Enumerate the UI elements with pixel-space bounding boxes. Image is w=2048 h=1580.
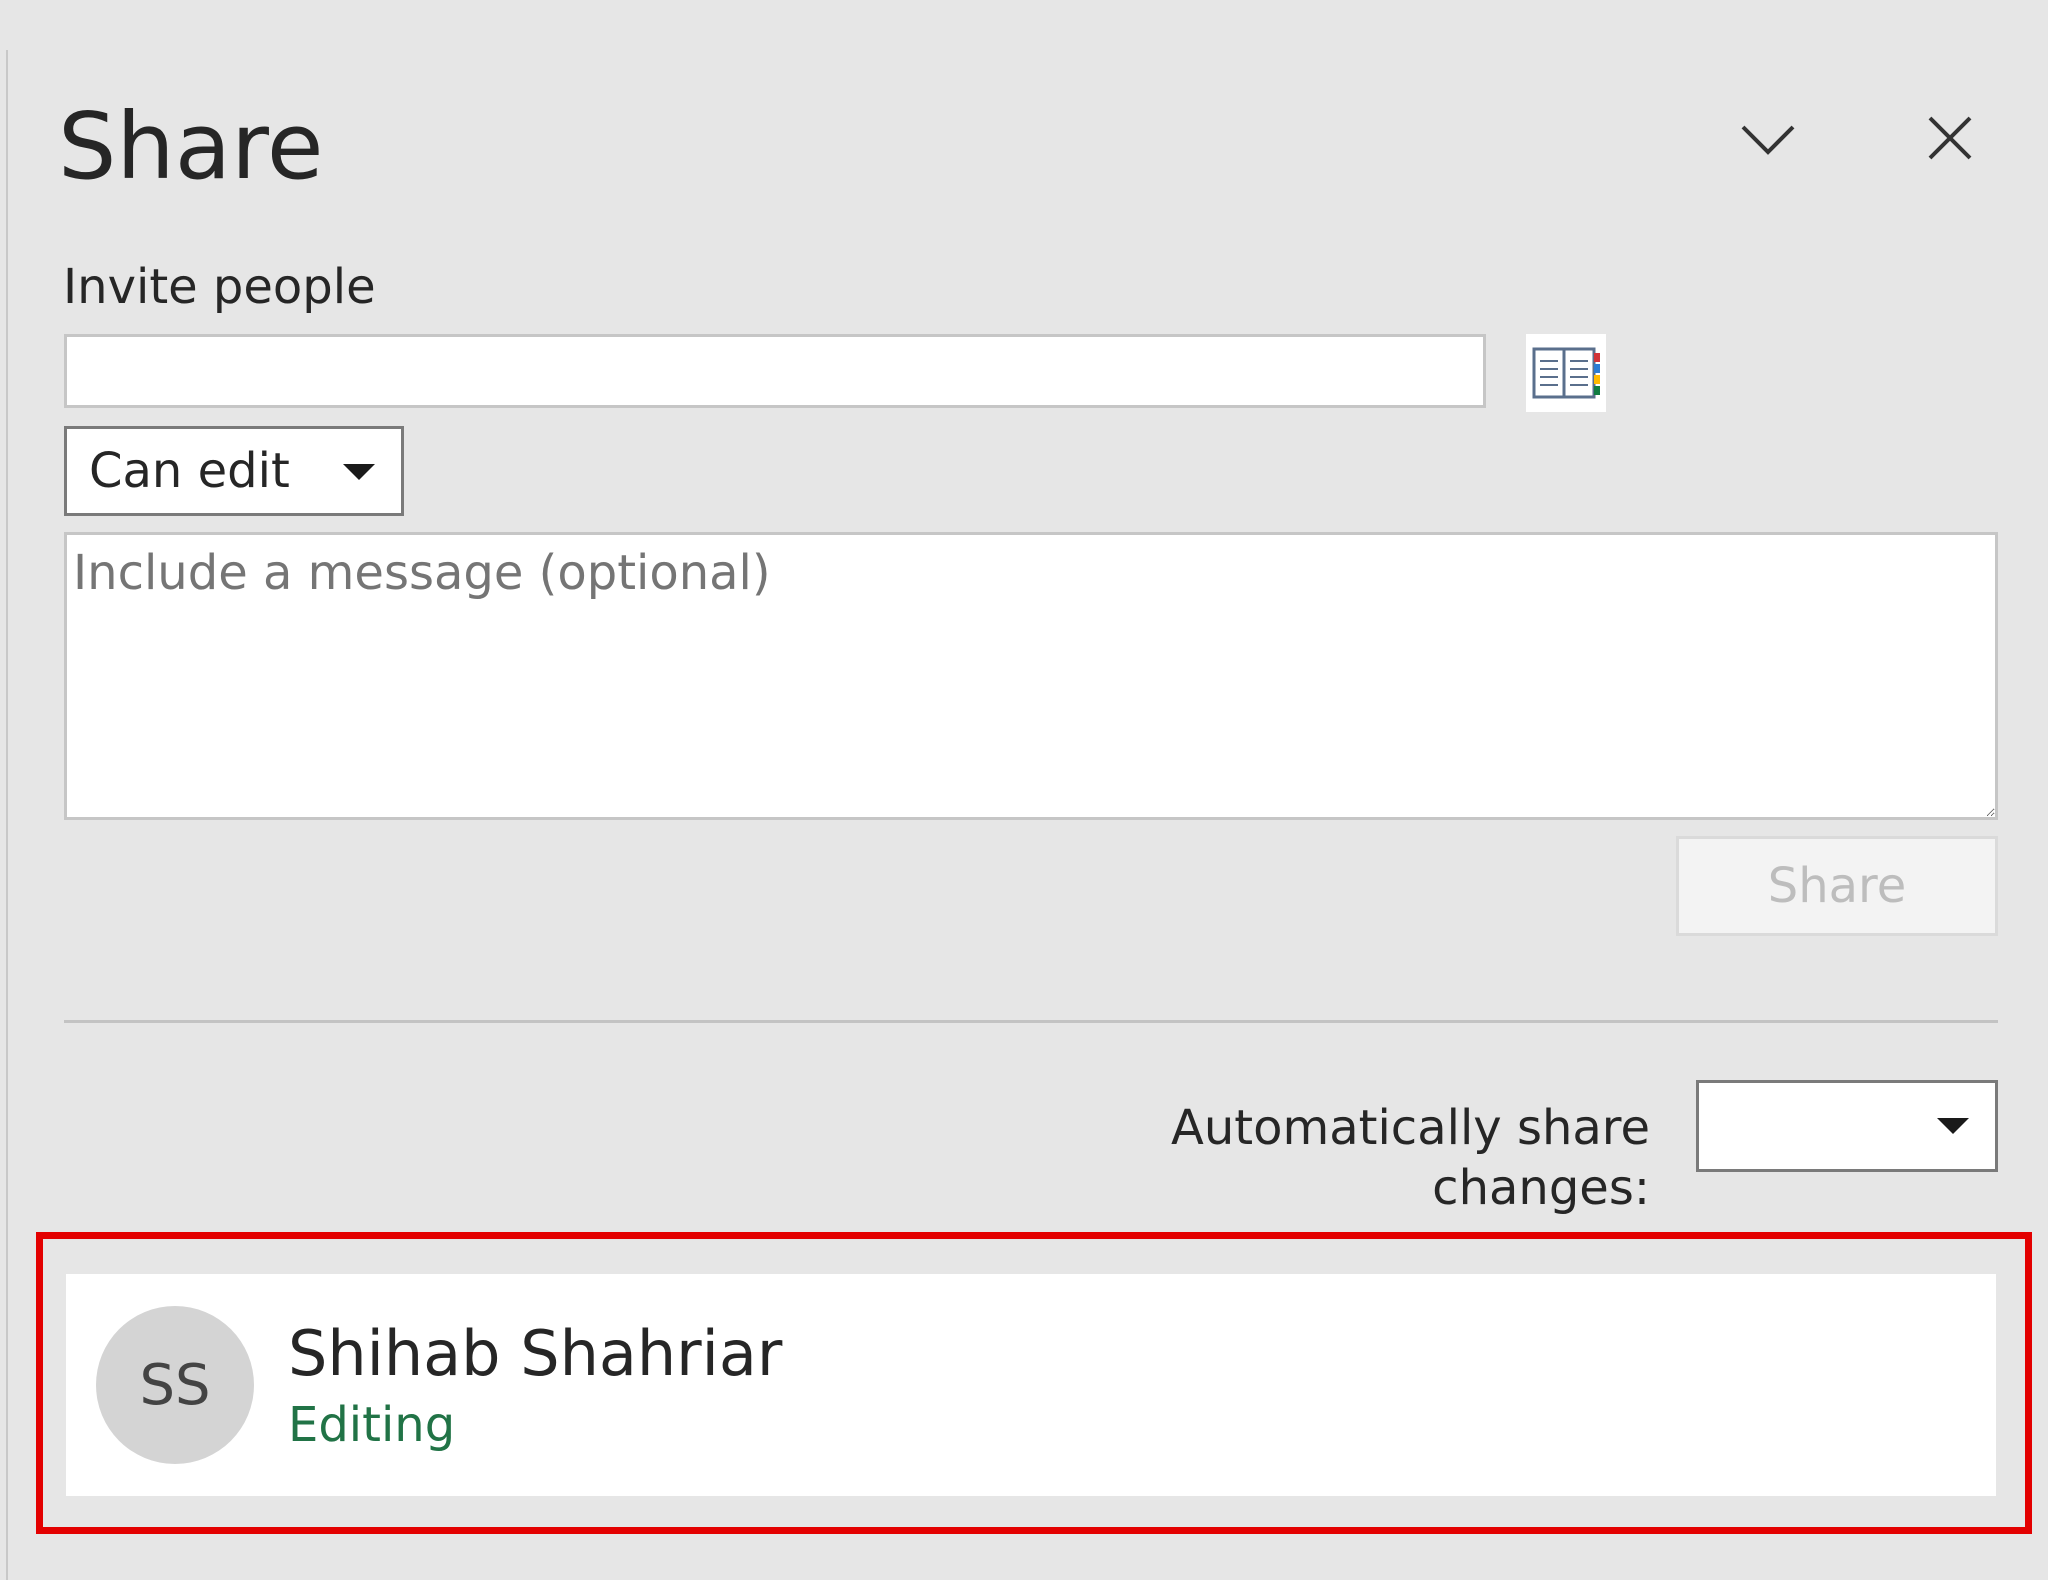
share-button[interactable]: Share xyxy=(1676,836,1998,936)
close-pane-button[interactable] xyxy=(1910,98,1990,178)
message-textarea[interactable] xyxy=(64,532,1998,820)
collapse-pane-button[interactable] xyxy=(1728,100,1808,180)
share-pane: Share Invite people Can edit Include a m… xyxy=(0,0,2048,1580)
chevron-down-icon xyxy=(1741,125,1795,155)
auto-share-label: Automatically share changes: xyxy=(1171,1100,1650,1216)
caret-down-icon xyxy=(343,464,375,480)
address-book-button[interactable] xyxy=(1526,334,1606,412)
invite-people-label: Invite people xyxy=(63,259,376,315)
permission-dropdown[interactable]: Can edit xyxy=(64,426,404,516)
avatar: SS xyxy=(96,1306,254,1464)
auto-share-dropdown[interactable] xyxy=(1696,1080,1998,1172)
person-name: Shihab Shahriar xyxy=(288,1317,783,1390)
pane-border xyxy=(6,50,8,1580)
shared-person-item[interactable]: SS Shihab Shahriar Editing xyxy=(66,1274,1996,1496)
section-divider xyxy=(64,1020,1998,1023)
caret-down-icon xyxy=(1937,1118,1969,1134)
permission-value: Can edit xyxy=(89,443,290,499)
invite-people-input[interactable] xyxy=(64,334,1486,408)
close-icon xyxy=(1928,116,1972,160)
pane-title: Share xyxy=(58,93,324,200)
address-book-icon xyxy=(1532,347,1600,399)
person-permission-status: Editing xyxy=(288,1397,456,1453)
